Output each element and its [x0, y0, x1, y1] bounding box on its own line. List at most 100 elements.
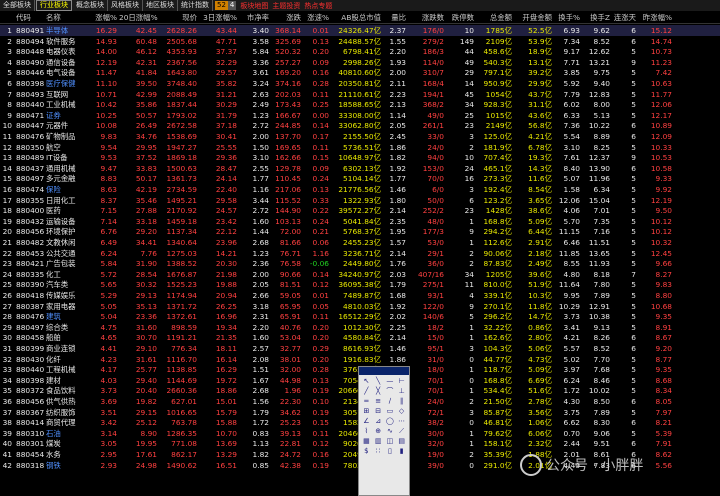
- table-row[interactable]: 1 880491 半导体 16.29 42.45 2628.26 43.44 3.40 368.…: [0, 25, 720, 36]
- draw-tool-icon-9[interactable]: ≡: [373, 397, 384, 406]
- draw-tool-icon-12[interactable]: ⊞: [361, 407, 372, 416]
- column-header-11[interactable]: 量比: [383, 12, 408, 23]
- table-row[interactable]: 15 880497 多元金融 8.83 50.17 1361.73 24.14 1.77 110…: [0, 173, 720, 184]
- draw-tool-icon-15[interactable]: ◇: [396, 407, 407, 416]
- table-row[interactable]: 2 880494 软件服务 14.93 60.48 2505.68 47.71 3.58 325…: [0, 36, 720, 47]
- draw-tool-icon-10[interactable]: ∕: [385, 397, 396, 406]
- column-header-1[interactable]: 代码: [14, 12, 44, 23]
- table-row[interactable]: 13 880489 IT设备 9.53 37.52 1869.18 29.36 3.10 162…: [0, 152, 720, 163]
- table-row[interactable]: 31 880399 商业连锁 4.41 29.10 776.34 18.11 2.57 32.7…: [0, 343, 720, 354]
- column-header-6[interactable]: 3日涨幅%: [199, 12, 239, 23]
- draw-tool-icon-8[interactable]: ═: [361, 397, 372, 406]
- table-row[interactable]: 9 880471 证券 10.25 50.57 1793.02 31.79 1.23 166.6…: [0, 110, 720, 121]
- table-row[interactable]: 25 880390 汽车类 5.65 30.32 1525.23 19.88 2.05 81.5…: [0, 279, 720, 290]
- table-row[interactable]: 6 880398 医疗保健 11.10 39.50 3748.40 35.82 3.24 374…: [0, 78, 720, 89]
- drawing-toolbox[interactable]: ↖ ╲ — ⊢ ╱ ╳ ⌒ ⊥ ═ ≡ ∕ ∥ ⊞ ⊟ ▭ ◇ ∠ ⊿ ◯ ⋯ ⌇ ⊕ ∿ ⟋ ▦ ▥ ◫ ▤ $ ∷ ▯ ▮: [358, 366, 410, 496]
- draw-tool-icon-6[interactable]: ⌒: [385, 387, 396, 396]
- draw-tool-icon-25[interactable]: ▥: [373, 437, 384, 446]
- draw-tool-icon-21[interactable]: ⊕: [373, 427, 384, 436]
- table-row[interactable]: 17 880355 日用化工 8.37 35.46 1495.21 29.58 3.44 115…: [0, 195, 720, 206]
- draw-tool-icon-11[interactable]: ∥: [396, 397, 407, 406]
- table-row[interactable]: 3 880448 电器仪表 14.00 46.12 4353.93 37.37 5.84 520…: [0, 46, 720, 57]
- table-row[interactable]: 21 880482 文教休闲 6.49 34.41 1340.64 23.96 2.68 81.…: [0, 237, 720, 248]
- cell-14: 44.77亿: [483, 354, 512, 364]
- table-row[interactable]: 7 880493 互联网 10.71 42.99 2088.49 31.21 2.63 202.…: [0, 89, 720, 100]
- column-header-16[interactable]: 换手%: [554, 12, 582, 23]
- draw-tool-icon-3[interactable]: ⊢: [396, 377, 407, 386]
- draw-tool-icon-14[interactable]: ▭: [385, 407, 396, 416]
- draw-tool-icon-28[interactable]: $: [361, 447, 372, 456]
- column-header-2[interactable]: 名称: [44, 12, 84, 23]
- tab-3[interactable]: 风格板块: [108, 0, 143, 11]
- link-theme-invest[interactable]: 主题投资: [272, 1, 300, 11]
- table-row[interactable]: 28 880476 建筑 5.04 23.36 1372.61 16.96 2.31 65.91…: [0, 311, 720, 322]
- column-header-10[interactable]: AB股总市值: [331, 12, 383, 23]
- draw-tool-icon-16[interactable]: ∠: [361, 417, 372, 426]
- draw-tool-icon-22[interactable]: ∿: [385, 427, 396, 436]
- draw-tool-icon-31[interactable]: ▮: [396, 447, 407, 456]
- column-header-14[interactable]: 总金额: [476, 12, 514, 23]
- link-hot-topics[interactable]: 热点专题: [304, 1, 332, 11]
- column-header-15[interactable]: 开盘金额: [514, 12, 554, 23]
- table-row[interactable]: 10 880447 元器件 10.08 26.49 2672.58 37.18 2.72 244…: [0, 120, 720, 131]
- table-row[interactable]: 8 880440 工业机械 10.42 35.86 1837.44 30.29 2.49 173…: [0, 99, 720, 110]
- table-row[interactable]: 27 880387 家用电器 5.05 35.13 1371.72 26.25 3.18 65.…: [0, 301, 720, 312]
- link-board-map[interactable]: 板块地图: [240, 1, 268, 11]
- table-row[interactable]: 32 880430 化纤 4.23 31.61 1116.70 16.14 2.08 38.01…: [0, 354, 720, 365]
- column-header-18[interactable]: 连涨天: [612, 12, 638, 23]
- table-row[interactable]: 30 880458 船舶 4.65 30.70 1191.21 21.35 1.60 53.04…: [0, 332, 720, 343]
- tab-0[interactable]: 全部板块: [0, 0, 35, 11]
- column-header-19[interactable]: 昨涨幅%: [638, 12, 674, 23]
- tab-2[interactable]: 概念板块: [73, 0, 108, 11]
- draw-tool-icon-7[interactable]: ⊥: [396, 387, 407, 396]
- draw-tool-icon-19[interactable]: ⋯: [396, 417, 407, 426]
- cell-8: 39.13: [279, 428, 301, 438]
- draw-tool-icon-18[interactable]: ◯: [385, 417, 396, 426]
- column-header-9[interactable]: 涨速%: [303, 12, 331, 23]
- draw-tool-icon-26[interactable]: ◫: [385, 437, 396, 446]
- table-row[interactable]: 12 880350 航空 9.54 29.95 1947.27 25.55 1.50 169.6…: [0, 142, 720, 153]
- draw-tool-icon-13[interactable]: ⊟: [373, 407, 384, 416]
- table-row[interactable]: 5 880446 电气设备 11.47 41.84 1643.80 29.57 3.61 169…: [0, 67, 720, 78]
- table-row[interactable]: 23 880421 广告包装 5.84 31.90 1388.52 20.30 2.36 76.…: [0, 258, 720, 269]
- draw-tool-icon-0[interactable]: ↖: [361, 377, 372, 386]
- column-header-12[interactable]: 涨跌数: [408, 12, 446, 23]
- column-header-4[interactable]: 20日涨幅%: [119, 12, 159, 23]
- draw-tool-icon-24[interactable]: ▦: [361, 437, 372, 446]
- column-header-5[interactable]: 现价: [159, 12, 199, 23]
- draw-tool-icon-1[interactable]: ╲: [373, 377, 384, 386]
- table-row[interactable]: 18 880400 医药 7.15 27.88 2170.92 24.57 2.72 144.9…: [0, 205, 720, 216]
- table-row[interactable]: 14 880437 通用机械 9.47 33.83 1500.63 28.47 2.55 129…: [0, 163, 720, 174]
- table-row[interactable]: 29 880497 综合类 4.75 31.60 898.59 19.34 2.20 40.76…: [0, 322, 720, 333]
- drawing-toolbox-titlebar[interactable]: [359, 367, 409, 375]
- table-row[interactable]: 26 880418 传媒娱乐 5.29 29.13 1174.94 20.94 2.66 59.…: [0, 290, 720, 301]
- cell-2: 医疗保健: [46, 79, 76, 88]
- draw-tool-icon-17[interactable]: ⊿: [373, 417, 384, 426]
- column-header-7[interactable]: 市净率: [239, 12, 271, 23]
- draw-tool-icon-2[interactable]: —: [385, 377, 396, 386]
- column-header-17[interactable]: 换手Z: [582, 12, 612, 23]
- column-header-3[interactable]: 涨幅%: [84, 12, 119, 23]
- table-row[interactable]: 11 880476 矿物制品 9.83 34.76 1538.69 30.41 2.00 137…: [0, 131, 720, 142]
- tab-4[interactable]: 地区板块: [143, 0, 178, 11]
- column-header-8[interactable]: 涨跌: [271, 12, 303, 23]
- table-row[interactable]: 24 880335 化工 5.72 28.54 1676.87 21.98 2.00 90.66…: [0, 269, 720, 280]
- draw-tool-icon-4[interactable]: ╱: [361, 387, 372, 396]
- table-row[interactable]: 16 880474 保险 8.63 42.19 2734.59 22.40 1.16 217.0…: [0, 184, 720, 195]
- tab-1[interactable]: 行业板块: [36, 0, 72, 11]
- draw-tool-icon-30[interactable]: ▯: [385, 447, 396, 456]
- draw-tool-icon-5[interactable]: ╳: [373, 387, 384, 396]
- column-header-0[interactable]: [0, 12, 14, 23]
- table-row[interactable]: 22 880453 公共交通 6.24 7.76 1275.03 14.21 1.23 76.7…: [0, 248, 720, 259]
- cell-5: 1191.21: [166, 333, 197, 343]
- column-header-13[interactable]: 跌停数: [446, 12, 476, 23]
- cell-16: 8.55: [563, 259, 580, 269]
- draw-tool-icon-27[interactable]: ▤: [396, 437, 407, 446]
- tab-5[interactable]: 统计指数: [178, 0, 213, 11]
- draw-tool-icon-23[interactable]: ⟋: [396, 427, 407, 436]
- draw-tool-icon-29[interactable]: ∷: [373, 447, 384, 456]
- table-row[interactable]: 20 880456 环境保护 6.76 29.20 1137.34 22.12 1.44 72.…: [0, 226, 720, 237]
- draw-tool-icon-20[interactable]: ⌇: [361, 427, 372, 436]
- table-row[interactable]: 4 880490 通信设备 12.19 42.31 2367.56 32.29 3.36 257…: [0, 57, 720, 68]
- table-row[interactable]: 19 880432 运输设备 7.14 33.18 1459.18 23.42 1.60 103…: [0, 216, 720, 227]
